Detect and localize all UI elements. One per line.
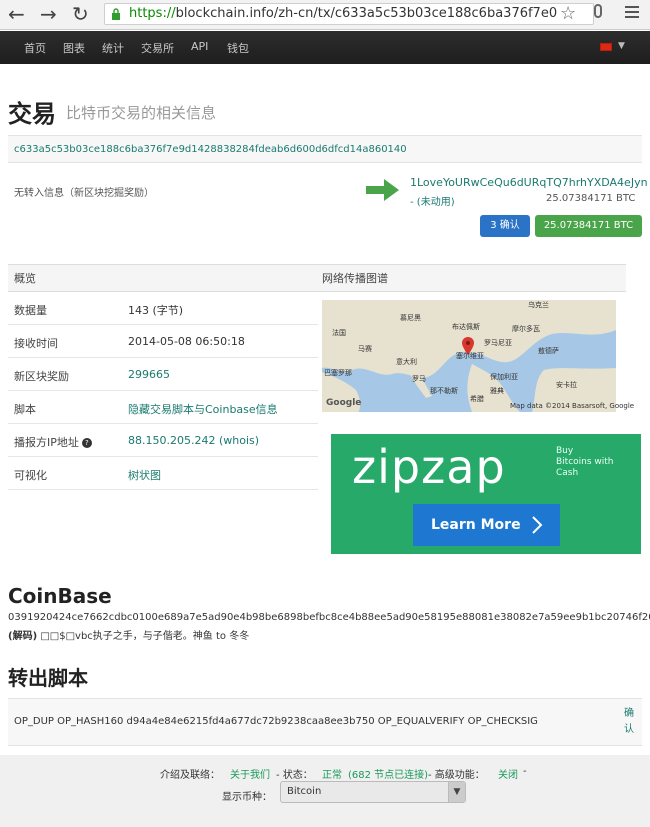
output-script-text: OP_DUP OP_HASH160 d94a4e84e6215fd4a677dc… bbox=[14, 716, 538, 727]
chevron-right-icon bbox=[532, 516, 543, 534]
zipzap-logo: zipzap bbox=[352, 440, 506, 494]
currency-select[interactable]: Bitcoin bbox=[280, 781, 466, 803]
status-ok: 正常 bbox=[322, 770, 342, 781]
block-height-link[interactable]: 299665 bbox=[128, 368, 170, 381]
address-bar[interactable]: https://blockchain.info/zh-cn/tx/c633a5c… bbox=[104, 3, 594, 25]
row-key: 接收时间 bbox=[14, 337, 58, 350]
map-label: 马赛 bbox=[358, 345, 372, 353]
output-amount: 25.07384171 BTC bbox=[546, 193, 636, 204]
output-status: - (未动用) bbox=[410, 197, 455, 208]
menu-icon[interactable] bbox=[625, 6, 639, 21]
table-row: 数据量 143 (字节) bbox=[8, 292, 318, 325]
page-title: 交易 bbox=[8, 100, 56, 128]
nav-item-charts[interactable]: 图表 bbox=[63, 40, 85, 56]
tx-input-label: 无转入信息（新区块挖掘奖励） bbox=[14, 188, 154, 199]
reload-icon[interactable]: ↻ bbox=[72, 2, 89, 26]
chevron-down-icon[interactable]: ▼ bbox=[448, 782, 465, 802]
page-subtitle: 比特币交易的相关信息 bbox=[66, 104, 217, 122]
url-text: https://blockchain.info/zh-cn/tx/c633a5c… bbox=[129, 4, 557, 24]
decoded-label: (解码) bbox=[8, 631, 38, 642]
map-label: 塞尔维亚 bbox=[456, 352, 484, 360]
row-value: 2014-05-08 06:50:18 bbox=[128, 335, 245, 348]
back-arrow-icon[interactable]: ← bbox=[8, 2, 25, 26]
map-heading: 网络传播图谱 bbox=[316, 264, 626, 292]
bookmark-star-icon[interactable]: ☆ bbox=[560, 2, 576, 26]
script-confirm-link[interactable]: 确认 bbox=[624, 706, 636, 738]
map-label: 保加利亚 bbox=[490, 373, 518, 381]
tx-hash-bar: c633a5c53b03ce188c6ba376f7e9d1428838284f… bbox=[8, 135, 642, 163]
summary-heading: 概览 bbox=[8, 264, 318, 292]
language-flag-icon[interactable] bbox=[600, 43, 612, 51]
url-scheme: https:// bbox=[129, 6, 176, 21]
row-key: 可视化 bbox=[14, 469, 47, 482]
coinbase-hex: 0391920424ce7662cdbc0100e689a7e5ad90e4b9… bbox=[8, 612, 650, 623]
map-label: 罗马 bbox=[412, 375, 426, 383]
table-row: 接收时间 2014-05-08 06:50:18 bbox=[8, 325, 318, 358]
url-path: blockchain.info/zh-cn/tx/c633a5c53b03ce1… bbox=[175, 6, 558, 21]
table-row: 可视化 树状图 bbox=[8, 457, 318, 490]
map-label: 摩尔多瓦 bbox=[512, 325, 540, 333]
arrow-right-icon bbox=[366, 179, 399, 201]
output-script-heading: 转出脚本 bbox=[8, 666, 88, 690]
confirmations-button[interactable]: 3 确认 bbox=[480, 215, 530, 237]
row-key: 数据量 bbox=[14, 304, 47, 317]
hide-scripts-link[interactable]: 隐藏交易脚本与Coinbase信息 bbox=[128, 401, 278, 417]
map-label: 希腊 bbox=[470, 395, 484, 403]
currency-label: 显示币种： bbox=[222, 792, 272, 803]
map-label: 安卡拉 bbox=[556, 381, 577, 389]
top-navbar: 首页 图表 统计 交易所 API 钱包 ▼ bbox=[0, 31, 650, 64]
nav-item-exchanges[interactable]: 交易所 bbox=[141, 40, 174, 56]
footer-dash: - bbox=[523, 766, 527, 777]
microphone-icon[interactable] bbox=[594, 4, 602, 18]
relayed-ip-link[interactable]: 88.150.205.242 (whois) bbox=[128, 434, 259, 447]
footer-intro-label: 介绍及联络： bbox=[160, 770, 220, 781]
coinbase-heading: CoinBase bbox=[8, 584, 112, 608]
map-label: 慕尼黑 bbox=[400, 314, 421, 322]
table-row: 脚本 隐藏交易脚本与Coinbase信息 bbox=[8, 391, 318, 424]
tree-chart-link[interactable]: 树状图 bbox=[128, 467, 161, 483]
nav-item-api[interactable]: API bbox=[191, 40, 208, 53]
row-key-text: 播报方IP地址 bbox=[14, 436, 79, 449]
table-row: 播报方IP地址? 88.150.205.242 (whois) bbox=[8, 424, 318, 457]
map-credit: Map data ©2014 Basarsoft, Google bbox=[510, 402, 635, 410]
map-label: 法国 bbox=[332, 329, 346, 337]
nav-item-stats[interactable]: 统计 bbox=[102, 40, 124, 56]
map-label: 乌克兰 bbox=[528, 301, 549, 309]
ad-tagline: Buy Bitcoins with Cash bbox=[556, 446, 614, 478]
row-key: 脚本 bbox=[14, 403, 36, 416]
chevron-down-icon[interactable]: ▼ bbox=[618, 41, 625, 51]
forward-arrow-icon[interactable]: → bbox=[40, 2, 57, 26]
map-label: 布达佩斯 bbox=[452, 323, 480, 331]
row-value: 143 (字节) bbox=[128, 304, 184, 317]
map-label: 意大利 bbox=[396, 358, 417, 366]
map-label: 那不勒斯 bbox=[430, 387, 458, 395]
browser-toolbar: ← → ↻ https://blockchain.info/zh-cn/tx/c… bbox=[0, 0, 650, 30]
lock-icon bbox=[112, 8, 120, 20]
tx-hash-link[interactable]: c633a5c53b03ce188c6ba376f7e9d1428838284f… bbox=[14, 144, 407, 155]
decoded-text: □□$□vbc执子之手，与子偕老。神鱼 to 冬冬 bbox=[40, 631, 250, 642]
map-label: 雅典 bbox=[490, 387, 504, 395]
coinbase-decoded: (解码) □□$□vbc执子之手，与子偕老。神鱼 to 冬冬 bbox=[8, 627, 249, 642]
map-label: 巴塞罗那 bbox=[324, 369, 352, 377]
row-key: 播报方IP地址? bbox=[14, 434, 92, 450]
nav-item-home[interactable]: 首页 bbox=[24, 40, 46, 56]
summary-table: 概览 数据量 143 (字节) 接收时间 2014-05-08 06:50:18… bbox=[8, 264, 318, 490]
status-label: - 状态： bbox=[276, 770, 313, 781]
advanced-toggle[interactable]: 关闭 bbox=[498, 766, 518, 781]
help-icon[interactable]: ? bbox=[81, 438, 92, 448]
table-row: 新区块奖励 299665 bbox=[8, 358, 318, 391]
row-key: 新区块奖励 bbox=[14, 370, 69, 383]
map-label: 敖德萨 bbox=[538, 347, 559, 355]
nodes-link[interactable]: (682 节点已连接) bbox=[348, 766, 428, 781]
advanced-label: - 高级功能： bbox=[428, 770, 485, 781]
nav-item-wallet[interactable]: 钱包 bbox=[227, 40, 249, 56]
total-amount-button[interactable]: 25.07384171 BTC bbox=[535, 215, 642, 237]
map-label: 罗马尼亚 bbox=[484, 339, 512, 347]
google-logo: Google bbox=[326, 398, 362, 408]
about-us-link[interactable]: 关于我们 bbox=[230, 766, 270, 781]
output-address-link[interactable]: 1LoveYoURwCeQu6dURqTQ7hrhYXDA4eJyn bbox=[410, 176, 648, 189]
